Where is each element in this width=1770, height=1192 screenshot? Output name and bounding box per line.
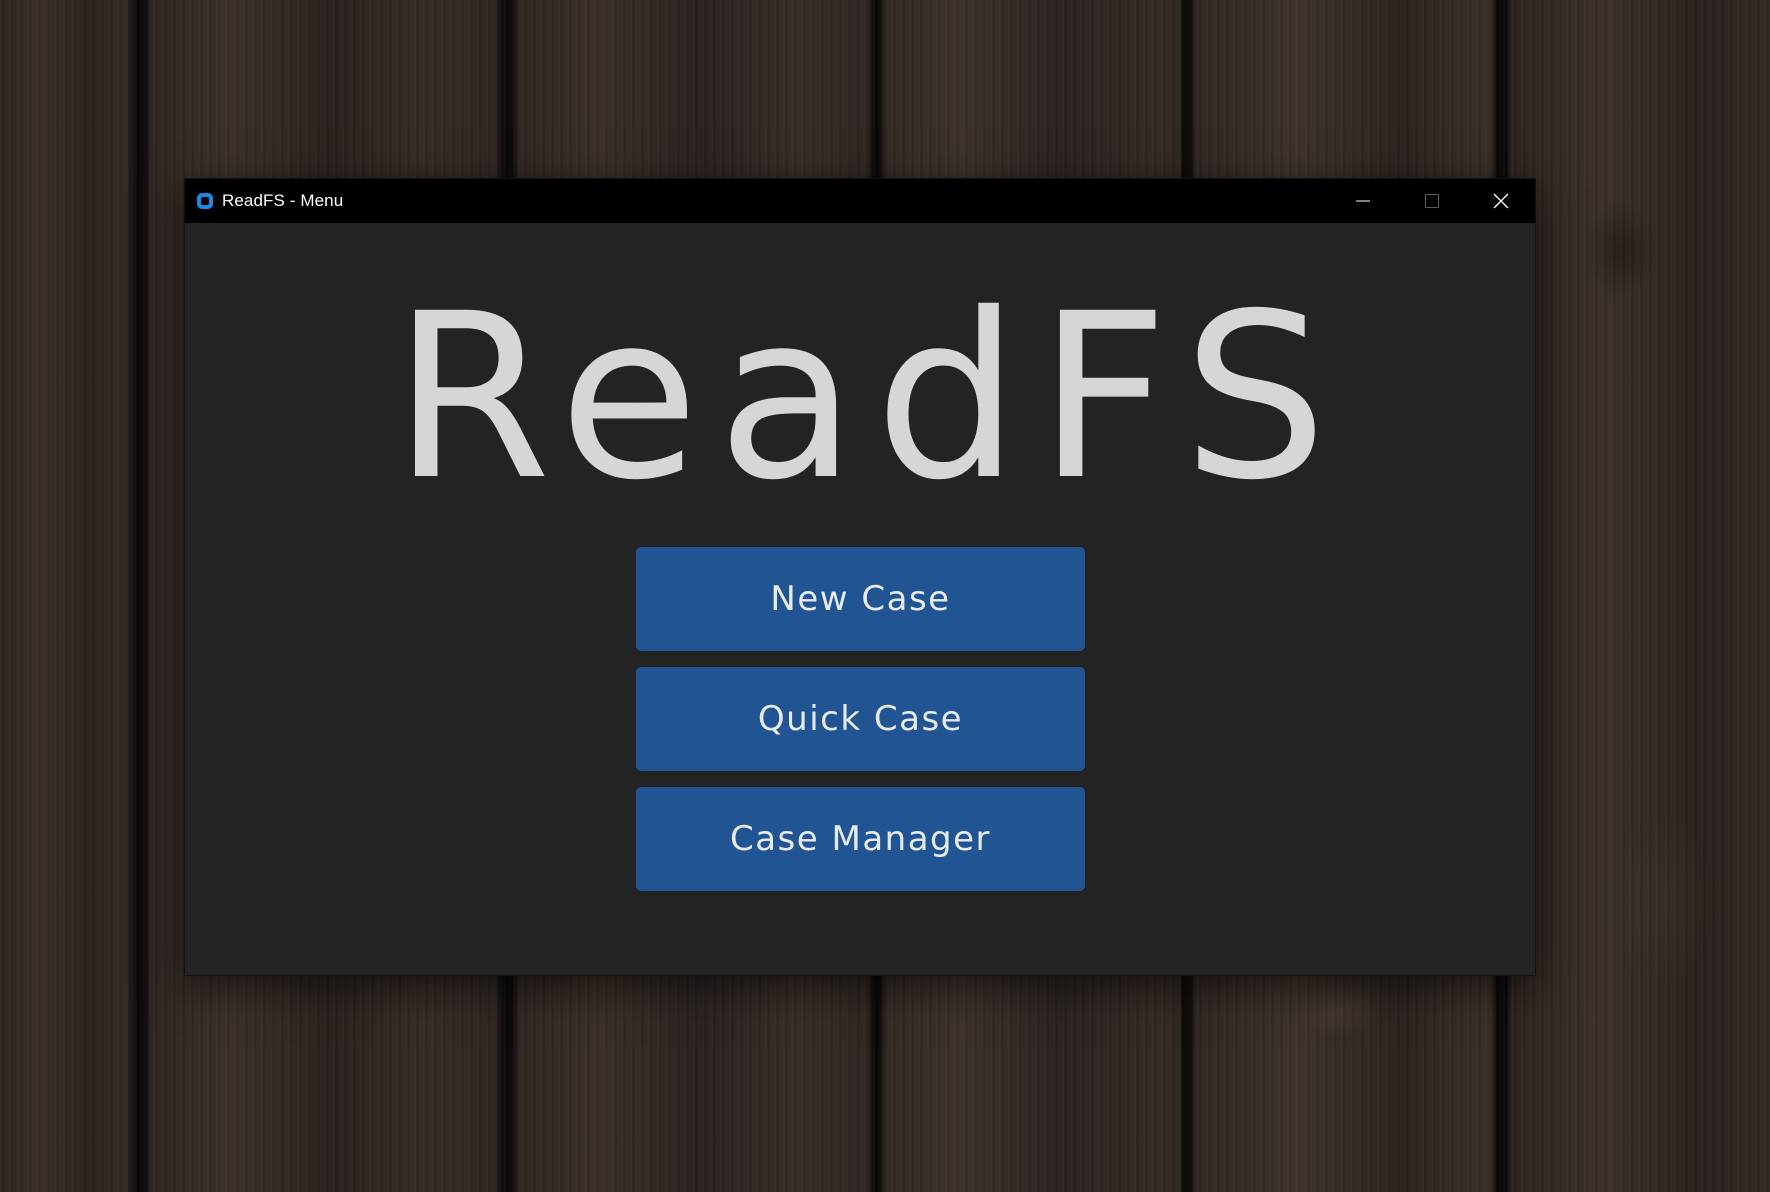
window-content: ReadFS New Case Quick Case Case Manager [185,223,1535,975]
window-controls [1328,179,1535,223]
maximize-icon [1424,194,1439,208]
window-title: ReadFS - Menu [222,191,344,210]
close-icon [1493,193,1508,209]
maximize-button[interactable] [1397,179,1466,223]
app-icon [197,193,213,209]
app-window: ReadFS - Menu ReadFS New Case Quick Case… [184,178,1536,976]
quick-case-button[interactable]: Quick Case [636,667,1085,771]
minimize-icon [1355,200,1370,202]
app-logo-title: ReadFS [392,264,1346,530]
case-manager-button[interactable]: Case Manager [636,787,1085,891]
new-case-button[interactable]: New Case [636,547,1085,651]
minimize-button[interactable] [1328,179,1397,223]
close-button[interactable] [1466,179,1535,223]
title-bar[interactable]: ReadFS - Menu [185,179,1535,223]
main-menu: New Case Quick Case Case Manager [636,547,1085,891]
